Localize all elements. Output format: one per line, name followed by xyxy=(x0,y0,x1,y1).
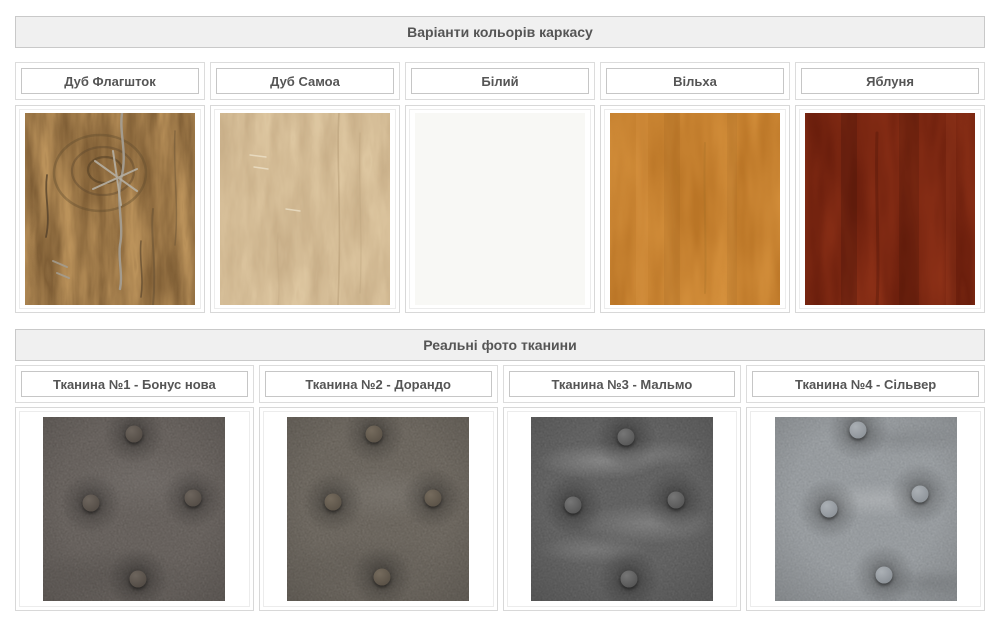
fabric-sheen xyxy=(531,417,713,601)
frame-color-label-cell: Вільха xyxy=(600,62,790,100)
fabric-swatch-image-malmo xyxy=(531,417,713,601)
wood-swatch-image-oak-samoa xyxy=(220,113,390,305)
frame-color-label: Дуб Флагшток xyxy=(21,68,199,94)
frame-color-swatch-cell xyxy=(15,105,205,313)
tuft-button xyxy=(643,467,709,533)
tuft-button xyxy=(593,417,659,470)
tuft-button xyxy=(887,461,953,527)
tuft-button xyxy=(851,542,917,601)
frame-color-swatch-cell xyxy=(600,105,790,313)
fabric-swatch-cell xyxy=(15,407,254,611)
frame-colors-section-title: Варіанти кольорів каркасу xyxy=(407,24,593,40)
frame-color-label-cell: Дуб Флагшток xyxy=(15,62,205,100)
frame-colors-section-header: Варіанти кольорів каркасу xyxy=(15,16,985,48)
tuft-button xyxy=(825,417,891,463)
frame-color-swatch-cell xyxy=(405,105,595,313)
frame-color-labels-row: Дуб Флагшток Дуб Самоа Білий Вільха Яблу… xyxy=(15,62,985,100)
frame-color-label: Білий xyxy=(411,68,589,94)
tuft-button xyxy=(160,465,226,531)
frame-color-swatch-cell xyxy=(795,105,985,313)
tuft-button xyxy=(540,472,606,538)
frame-color-swatch-cell xyxy=(210,105,400,313)
fabric-label-cell: Тканина №1 - Бонус нова xyxy=(15,365,254,403)
product-options-panel: Варіанти кольорів каркасу Дуб Флагшток Д… xyxy=(0,0,1000,611)
wood-swatch-image-white xyxy=(415,113,585,305)
fabric-label-cell: Тканина №4 - Сільвер xyxy=(746,365,985,403)
frame-color-label: Вільха xyxy=(606,68,784,94)
frame-color-label-cell: Білий xyxy=(405,62,595,100)
frame-color-swatches-row xyxy=(15,105,985,313)
tuft-button xyxy=(349,544,415,601)
fabric-label: Тканина №4 - Сільвер xyxy=(752,371,979,397)
frame-color-label-cell: Яблуня xyxy=(795,62,985,100)
fabric-label: Тканина №3 - Мальмо xyxy=(509,371,736,397)
fabric-swatch-cell xyxy=(503,407,742,611)
fabric-label-cell: Тканина №3 - Мальмо xyxy=(503,365,742,403)
fabric-photos-section-title: Реальні фото тканини xyxy=(423,337,576,353)
tuft-button xyxy=(105,546,171,601)
fabric-label-cell: Тканина №2 - Дорандо xyxy=(259,365,498,403)
fabric-label: Тканина №1 - Бонус нова xyxy=(21,371,248,397)
fabric-sheen xyxy=(775,417,957,601)
fabric-label: Тканина №2 - Дорандо xyxy=(265,371,492,397)
tuft-button xyxy=(300,469,366,535)
tuft-button xyxy=(58,470,124,536)
wood-swatch-image-apple xyxy=(805,113,975,305)
wood-swatch-image-alder xyxy=(610,113,780,305)
frame-color-label-cell: Дуб Самоа xyxy=(210,62,400,100)
fabric-sheen xyxy=(287,417,469,601)
fabric-swatches-row xyxy=(15,407,985,611)
wood-swatch-image-oak-flagstaff xyxy=(25,113,195,305)
tuft-button xyxy=(400,465,466,531)
fabric-swatch-image-silver xyxy=(775,417,957,601)
tuft-button xyxy=(341,417,407,467)
frame-color-label: Яблуня xyxy=(801,68,979,94)
fabric-swatch-image-dorando xyxy=(287,417,469,601)
fabric-swatch-image-bonus-nova xyxy=(43,417,225,601)
tuft-button xyxy=(796,476,862,542)
fabric-swatch-cell xyxy=(746,407,985,611)
fabric-sheen xyxy=(43,417,225,601)
tuft-button xyxy=(596,546,662,601)
fabric-photos-section-header: Реальні фото тканини xyxy=(15,329,985,361)
fabric-labels-row: Тканина №1 - Бонус нова Тканина №2 - Дор… xyxy=(15,365,985,403)
fabric-swatch-cell xyxy=(259,407,498,611)
frame-color-label: Дуб Самоа xyxy=(216,68,394,94)
tuft-button xyxy=(101,417,167,467)
